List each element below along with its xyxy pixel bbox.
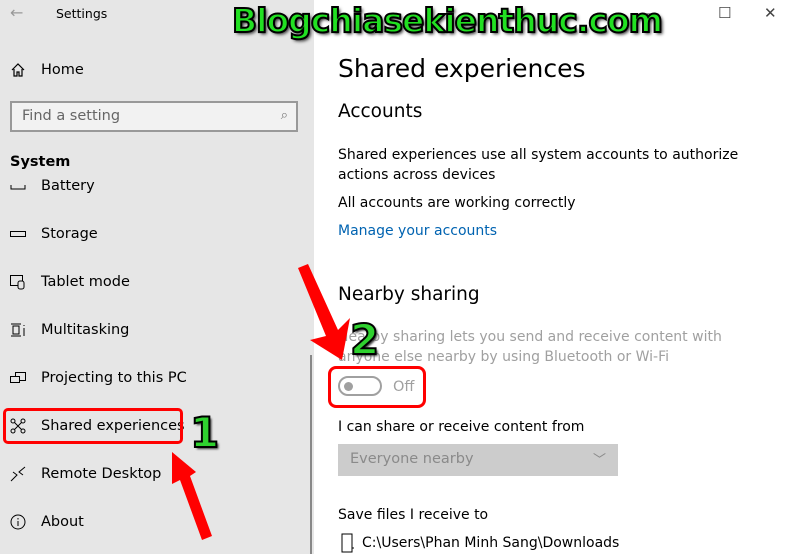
annotation-arrows	[172, 264, 350, 540]
arrow-to-sidebar-item	[172, 452, 212, 540]
arrow-to-toggle	[298, 264, 350, 360]
